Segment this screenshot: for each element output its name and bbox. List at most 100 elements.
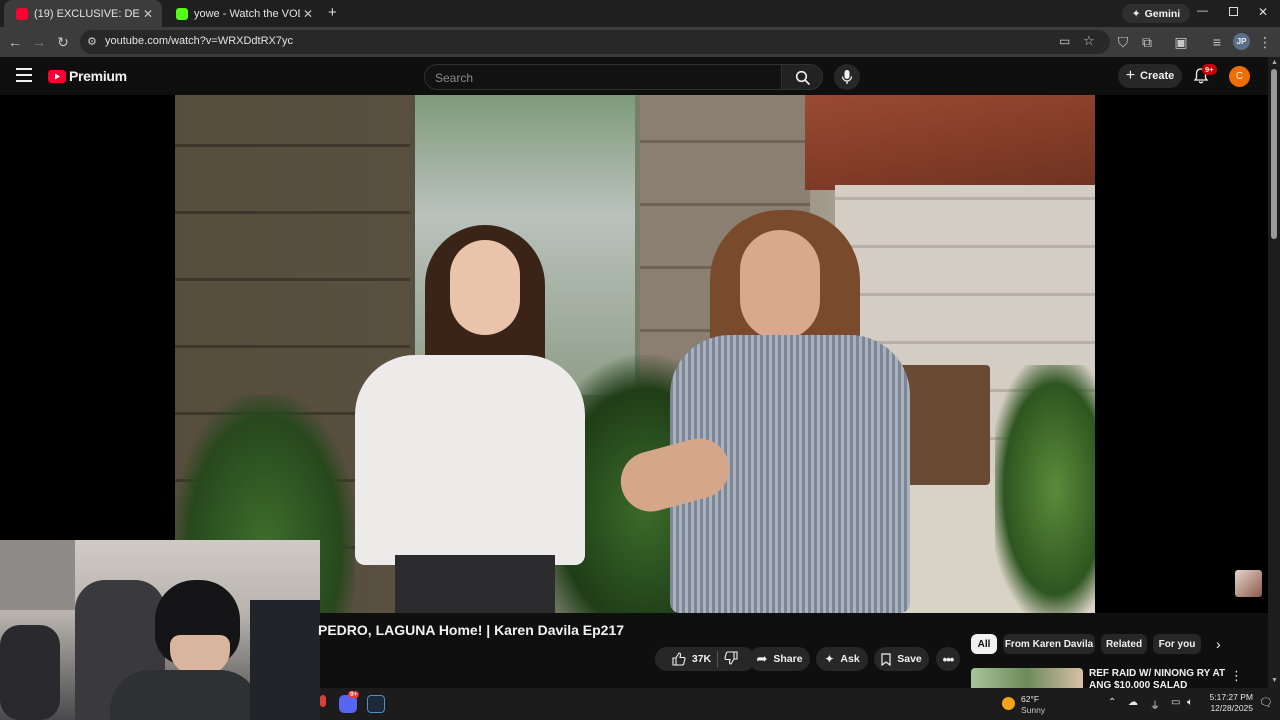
like-button[interactable]: 37K: [672, 652, 711, 666]
scroll-up-icon[interactable]: ▲: [1271, 59, 1278, 66]
recommendation-title-line2: ANG $10,000 SALAD RECIPE!!: [1089, 680, 1188, 688]
onedrive-icon[interactable]: ☁: [1128, 697, 1138, 708]
kick-icon: [176, 7, 188, 20]
more-actions-button[interactable]: •••: [936, 647, 960, 671]
recommendation-title[interactable]: REF RAID W/ NINONG RY AT ANG $10,000 SAL…: [1089, 668, 1229, 688]
tab-kick[interactable]: yowe - Watch the VOD on Kick ✕: [164, 0, 322, 27]
hamburger-menu-icon[interactable]: [16, 68, 32, 82]
clock-time[interactable]: 5:17:27 PM: [1208, 692, 1253, 702]
shelf-bottles: [250, 600, 320, 720]
extensions-icon[interactable]: ⧉: [1138, 33, 1156, 51]
steam-icon[interactable]: [367, 695, 385, 713]
bookmark-star-icon[interactable]: ☆: [1083, 33, 1095, 49]
person-shirt: [110, 670, 260, 720]
like-count: 37K: [691, 653, 712, 665]
video-frame[interactable]: [175, 95, 1095, 613]
recommendation-thumbnail[interactable]: [971, 668, 1083, 688]
youtube-logo-icon: [48, 69, 66, 83]
sparkle-icon: ✦: [824, 652, 835, 666]
notification-badge: 9+: [1202, 64, 1217, 75]
network-icon[interactable]: ▭: [1171, 697, 1180, 708]
forward-icon[interactable]: →: [30, 33, 48, 51]
chevron-right-icon[interactable]: ›: [1216, 636, 1221, 652]
profile-avatar[interactable]: JP: [1233, 33, 1250, 50]
reload-icon[interactable]: ↻: [54, 33, 72, 51]
tab-title: (19) EXCLUSIVE: DENISE LAUREL: [34, 7, 140, 20]
restore-icon[interactable]: [1229, 7, 1238, 16]
account-avatar[interactable]: C: [1229, 66, 1250, 87]
sparkle-icon: ✦: [1131, 7, 1141, 20]
back-icon[interactable]: ←: [6, 33, 24, 51]
wood-ceiling: [805, 95, 1095, 190]
weather-sun-icon[interactable]: [1002, 697, 1015, 710]
close-icon[interactable]: ✕: [300, 7, 316, 21]
tab-title: yowe - Watch the VOD on Kick: [194, 7, 300, 20]
usb-icon[interactable]: ⏚: [1150, 697, 1160, 712]
create-label: Create: [1140, 70, 1175, 82]
gemini-label: Gemini: [1144, 7, 1181, 20]
new-tab-icon[interactable]: +: [328, 5, 342, 21]
chip-for-you[interactable]: For you: [1153, 634, 1201, 654]
search-placeholder: Search: [435, 71, 474, 85]
like-dislike-group: 37K: [655, 647, 755, 671]
shield-icon[interactable]: ⛉: [1114, 33, 1132, 51]
discord-badge: 9+: [348, 691, 360, 698]
url-text: youtube.com/watch?v=WRXDdtRX7yc: [105, 35, 293, 47]
voice-search-button[interactable]: [834, 64, 860, 90]
save-button[interactable]: Save: [874, 647, 929, 671]
window-close-icon[interactable]: ✕: [1258, 5, 1272, 19]
install-app-icon[interactable]: ▭: [1059, 34, 1070, 48]
search-input[interactable]: Search: [424, 64, 782, 90]
video-title: PEDRO, LAGUNA Home! | Karen Davila Ep217: [318, 622, 625, 638]
youtube-premium-logo[interactable]: Premium: [48, 68, 127, 84]
thumbs-down-icon: [724, 650, 738, 665]
browser-menu-icon[interactable]: ⋮: [1256, 33, 1274, 51]
share-label: Share: [773, 653, 803, 665]
person-face: [170, 635, 230, 675]
video-player[interactable]: [0, 95, 1268, 613]
tab-youtube[interactable]: (19) EXCLUSIVE: DENISE LAUREL ✕: [4, 0, 162, 27]
weather-temp: 62°F: [1021, 694, 1040, 704]
chip-from-channel[interactable]: From Karen Davila: [1003, 634, 1095, 654]
webcam-overlay: [0, 540, 320, 720]
plants-right: [995, 365, 1095, 613]
recommendation-title-line1: REF RAID W/ NINONG RY AT: [1089, 668, 1226, 679]
channel-watermark[interactable]: [1235, 570, 1262, 597]
ask-button[interactable]: ✦ Ask: [816, 647, 868, 671]
volume-icon[interactable]: 🔈︎: [1187, 697, 1193, 708]
chip-all[interactable]: All: [971, 634, 997, 654]
search-button[interactable]: [781, 64, 823, 90]
share-button[interactable]: ➦ Share: [749, 647, 810, 671]
notifications-button[interactable]: 9+: [1192, 64, 1217, 87]
share-icon: ➦: [756, 651, 768, 666]
ask-label: Ask: [840, 653, 860, 665]
scroll-down-icon[interactable]: ▼: [1271, 677, 1278, 684]
gemini-button[interactable]: ✦ Gemini: [1122, 4, 1190, 23]
browser-toolbar: ← → ↻ ⚙ youtube.com/watch?v=WRXDdtRX7yc …: [0, 27, 1280, 57]
discord-icon[interactable]: 9+: [339, 691, 360, 713]
skirt-person-left: [395, 555, 555, 613]
weather-desc: Sunny: [1021, 705, 1046, 715]
clock-date[interactable]: 12/28/2025: [1206, 703, 1253, 713]
app-icon-partial[interactable]: [320, 695, 326, 707]
scrollbar-thumb[interactable]: [1271, 69, 1277, 239]
premium-label: Premium: [69, 68, 127, 84]
face-person-right: [740, 230, 820, 340]
site-settings-icon[interactable]: ⚙: [87, 35, 97, 48]
address-bar[interactable]: ⚙ youtube.com/watch?v=WRXDdtRX7yc ▭ ☆: [80, 30, 1110, 54]
chip-related[interactable]: Related: [1101, 634, 1147, 654]
page-scrollbar[interactable]: ▲ ▼: [1268, 57, 1280, 688]
thumbs-up-icon: [672, 652, 686, 666]
create-button[interactable]: + Create: [1118, 64, 1182, 88]
notification-center-icon[interactable]: 🗨︎: [1259, 696, 1273, 709]
more-vertical-icon[interactable]: ⋮: [1230, 668, 1243, 684]
media-controls-icon[interactable]: ≡: [1208, 33, 1226, 51]
minimize-icon[interactable]: —: [1197, 5, 1211, 17]
dislike-button[interactable]: [724, 650, 738, 668]
close-icon[interactable]: ✕: [140, 7, 156, 21]
browser-tab-strip: (19) EXCLUSIVE: DENISE LAUREL ✕ yowe - W…: [0, 0, 1280, 27]
plus-icon: +: [1125, 67, 1136, 84]
microphone-icon: [841, 70, 853, 84]
tray-overflow-icon[interactable]: ⌃: [1108, 697, 1116, 708]
tab-search-icon[interactable]: ▣: [1172, 33, 1190, 51]
